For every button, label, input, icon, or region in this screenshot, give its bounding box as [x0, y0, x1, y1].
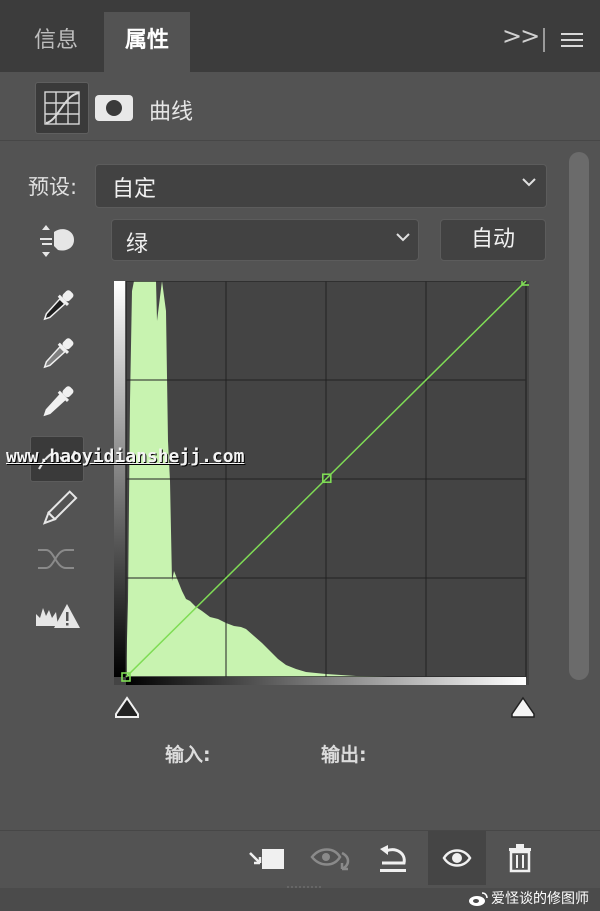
collapse-panel-icon[interactable]: >> — [502, 22, 540, 50]
gray-point-eyedropper-icon[interactable] — [34, 334, 80, 374]
pencil-icon[interactable] — [34, 490, 80, 530]
chevron-down-icon — [396, 233, 410, 242]
watermark-brand: 爱怪谈的修图师 — [491, 891, 589, 907]
tab-divider — [543, 28, 545, 52]
black-input-slider[interactable] — [114, 696, 140, 718]
chevron-down-icon — [522, 178, 536, 187]
preset-value: 自定 — [112, 177, 157, 202]
weibo-icon — [469, 892, 488, 906]
smooth-icon — [38, 549, 74, 569]
output-gradient-bar — [114, 281, 126, 677]
url-watermark: www.haoyidianshejj.com — [6, 446, 245, 467]
black-point-eyedropper-icon[interactable] — [34, 286, 80, 326]
channel-dropdown[interactable] — [111, 219, 419, 261]
layer-mask-icon[interactable] — [95, 95, 133, 121]
input-label: 输入: — [165, 744, 211, 766]
panel-title: 曲线 — [149, 100, 194, 125]
curves-adjustment-icon[interactable] — [35, 82, 89, 134]
preset-dropdown[interactable] — [95, 164, 547, 208]
curves-graph[interactable] — [114, 281, 529, 685]
channel-value: 绿 — [126, 232, 149, 257]
white-input-slider[interactable] — [510, 696, 536, 718]
tab-info[interactable]: 信息 — [12, 12, 100, 72]
preset-label: 预设: — [28, 175, 78, 199]
on-image-adjust-icon[interactable] — [34, 222, 80, 262]
reset-icon[interactable] — [376, 843, 410, 875]
clip-to-layer-icon[interactable] — [246, 845, 286, 873]
panel-menu-icon[interactable] — [561, 33, 583, 49]
auto-button[interactable]: 自动 — [440, 219, 546, 261]
tab-properties[interactable]: 属性 — [104, 12, 190, 72]
view-previous-state-icon[interactable] — [310, 845, 352, 873]
clipping-warning-icon[interactable] — [34, 596, 80, 636]
divider — [0, 140, 600, 141]
output-label: 输出: — [321, 744, 367, 766]
visibility-eye-icon[interactable] — [442, 846, 472, 870]
input-gradient-bar — [126, 677, 526, 685]
delete-icon[interactable] — [507, 843, 533, 873]
scrollbar-thumb[interactable] — [569, 152, 589, 680]
white-point-eyedropper-icon[interactable] — [34, 382, 80, 422]
